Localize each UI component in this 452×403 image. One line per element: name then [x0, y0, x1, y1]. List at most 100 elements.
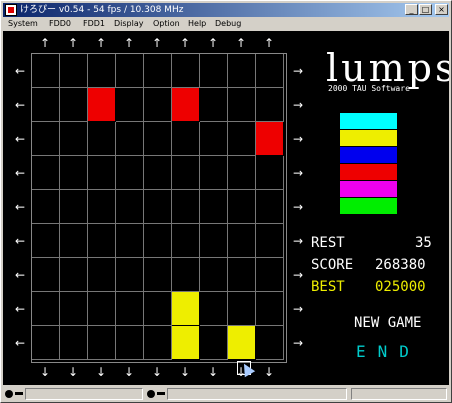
board-cell[interactable]	[32, 326, 60, 360]
board-cell[interactable]	[116, 326, 144, 360]
block[interactable]	[172, 292, 200, 326]
board-cell[interactable]	[60, 88, 88, 122]
menu-help[interactable]: Help	[188, 18, 206, 30]
arrow-up-icon[interactable]: ↑	[206, 37, 220, 49]
board-cell[interactable]	[256, 258, 284, 292]
board-cell[interactable]	[172, 258, 200, 292]
board-cell[interactable]	[32, 190, 60, 224]
board-cell[interactable]	[200, 258, 228, 292]
board-cell[interactable]	[256, 190, 284, 224]
arrow-down-icon[interactable]: ↓	[206, 366, 220, 378]
board-cell[interactable]	[88, 224, 116, 258]
board-cell[interactable]	[88, 326, 116, 360]
board-cell[interactable]	[144, 258, 172, 292]
block[interactable]	[88, 88, 116, 122]
block[interactable]	[256, 122, 284, 156]
arrow-down-icon[interactable]: ↓	[122, 366, 136, 378]
board-cell[interactable]	[256, 326, 284, 360]
arrow-right-icon[interactable]: →	[291, 269, 305, 281]
arrow-down-icon[interactable]: ↓	[178, 366, 192, 378]
board-cell[interactable]	[144, 88, 172, 122]
arrow-right-icon[interactable]: →	[291, 65, 305, 77]
board-cell[interactable]	[60, 258, 88, 292]
menu-fdd0[interactable]: FDD0	[49, 18, 71, 30]
board-cell[interactable]	[32, 54, 60, 88]
arrow-down-icon[interactable]: ↓	[150, 366, 164, 378]
arrow-left-icon[interactable]: ←	[13, 65, 27, 77]
board-cell[interactable]	[88, 190, 116, 224]
board-cell[interactable]	[200, 224, 228, 258]
board-cell[interactable]	[200, 190, 228, 224]
arrow-down-icon[interactable]: ↓	[94, 366, 108, 378]
board-cell[interactable]	[200, 122, 228, 156]
board-cell[interactable]	[32, 224, 60, 258]
board-cell[interactable]	[172, 54, 200, 88]
board-cell[interactable]	[60, 122, 88, 156]
board-cell[interactable]	[144, 224, 172, 258]
arrow-right-icon[interactable]: →	[291, 337, 305, 349]
board-cell[interactable]	[200, 54, 228, 88]
arrow-down-icon[interactable]: ↓	[66, 366, 80, 378]
board-cell[interactable]	[60, 190, 88, 224]
board-cell[interactable]	[200, 88, 228, 122]
board-cell[interactable]	[228, 54, 256, 88]
fdd0-eject-icon[interactable]	[15, 392, 23, 395]
arrow-left-icon[interactable]: ←	[13, 167, 27, 179]
arrow-left-icon[interactable]: ←	[13, 201, 27, 213]
board-cell[interactable]	[172, 122, 200, 156]
arrow-up-icon[interactable]: ↑	[122, 37, 136, 49]
board-cell[interactable]	[60, 326, 88, 360]
board-cell[interactable]	[228, 190, 256, 224]
end-option[interactable]: END	[356, 342, 421, 361]
board-cell[interactable]	[228, 258, 256, 292]
board-cell[interactable]	[144, 54, 172, 88]
menu-option[interactable]: Option	[153, 18, 180, 30]
board-cell[interactable]	[172, 156, 200, 190]
board-cell[interactable]	[256, 88, 284, 122]
minimize-button[interactable]: _	[405, 4, 418, 15]
fdd1-eject-icon[interactable]	[157, 392, 165, 395]
board-cell[interactable]	[228, 88, 256, 122]
board-cell[interactable]	[144, 190, 172, 224]
menu-fdd1[interactable]: FDD1	[83, 18, 105, 30]
board-cell[interactable]	[200, 326, 228, 360]
app-icon[interactable]	[5, 4, 17, 16]
board-cell[interactable]	[32, 292, 60, 326]
menu-display[interactable]: Display	[114, 18, 144, 30]
board-cell[interactable]	[116, 292, 144, 326]
block[interactable]	[228, 326, 256, 360]
close-button[interactable]: ×	[435, 4, 448, 15]
block[interactable]	[172, 326, 200, 360]
title-bar[interactable]: けろぴー v0.54 - 54 fps / 10.308 MHz _ □ ×	[3, 3, 449, 17]
board-cell[interactable]	[88, 156, 116, 190]
board-cell[interactable]	[228, 122, 256, 156]
arrow-right-icon[interactable]: →	[291, 99, 305, 111]
arrow-left-icon[interactable]: ←	[13, 99, 27, 111]
arrow-left-icon[interactable]: ←	[13, 303, 27, 315]
board-cell[interactable]	[256, 156, 284, 190]
board-cell[interactable]	[116, 54, 144, 88]
arrow-up-icon[interactable]: ↑	[66, 37, 80, 49]
menu-debug[interactable]: Debug	[215, 18, 241, 30]
board-cell[interactable]	[60, 54, 88, 88]
board-cell[interactable]	[172, 224, 200, 258]
board-cell[interactable]	[256, 54, 284, 88]
board-cell[interactable]	[116, 156, 144, 190]
board-cell[interactable]	[32, 122, 60, 156]
arrow-left-icon[interactable]: ←	[13, 235, 27, 247]
arrow-up-icon[interactable]: ↑	[38, 37, 52, 49]
game-board[interactable]	[31, 53, 287, 363]
block[interactable]	[172, 88, 200, 122]
board-cell[interactable]	[32, 258, 60, 292]
arrow-up-icon[interactable]: ↑	[178, 37, 192, 49]
maximize-button[interactable]: □	[419, 4, 432, 15]
arrow-right-icon[interactable]: →	[291, 167, 305, 179]
board-cell[interactable]	[144, 292, 172, 326]
board-cell[interactable]	[200, 292, 228, 326]
arrow-up-icon[interactable]: ↑	[150, 37, 164, 49]
board-cell[interactable]	[116, 122, 144, 156]
board-cell[interactable]	[172, 190, 200, 224]
arrow-left-icon[interactable]: ←	[13, 337, 27, 349]
board-cell[interactable]	[144, 326, 172, 360]
board-cell[interactable]	[60, 224, 88, 258]
